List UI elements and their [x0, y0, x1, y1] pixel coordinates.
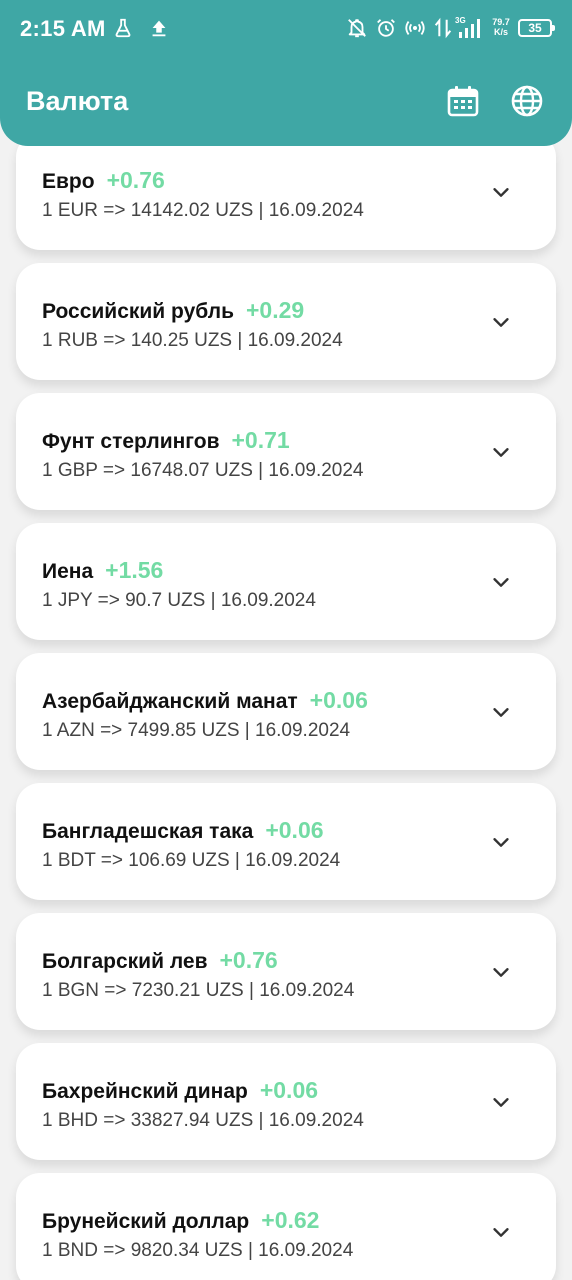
currency-change: +0.62	[261, 1207, 320, 1233]
currency-name: Болгарский лев	[42, 950, 208, 973]
currency-rate: 1 JPY => 90.7 UZS | 16.09.2024	[42, 590, 316, 611]
currency-title: Азербайджанский манат +0.06	[42, 687, 368, 714]
currency-change: +0.29	[245, 297, 305, 323]
currency-rate: 1 RUB => 140.25 UZS | 16.09.2024	[42, 330, 343, 351]
currency-rate: 1 BDT => 106.69 UZS | 16.09.2024	[42, 850, 341, 871]
chevron-down-icon[interactable]	[490, 961, 512, 983]
notifications-off-icon	[348, 19, 366, 38]
currency-name: Бахрейнский динар	[42, 1080, 248, 1103]
page-title: Валюта	[26, 86, 129, 116]
currency-rate: 1 BND => 9820.34 UZS | 16.09.2024	[42, 1240, 354, 1261]
currency-change: +0.06	[265, 817, 324, 843]
currency-change: +0.76	[219, 947, 278, 973]
network-speed-unit: K/s	[493, 27, 508, 37]
chevron-down-icon[interactable]	[490, 181, 512, 203]
app-header: 2:15 AM 3G 79.7 K/s 35 Валюта	[0, 0, 572, 146]
currency-change: +1.56	[105, 557, 164, 583]
currency-title: Бангладешская така +0.06	[42, 817, 324, 844]
currency-name: Фунт стерлингов	[42, 430, 220, 453]
status-time: 2:15 AM	[20, 16, 106, 41]
status-bar: 2:15 AM 3G 79.7 K/s 35	[0, 0, 572, 58]
currency-rate: 1 BHD => 33827.94 UZS | 16.09.2024	[42, 1110, 364, 1131]
currency-title: Болгарский лев +0.76	[42, 947, 278, 974]
currency-name: Российский рубль	[42, 300, 234, 323]
currency-title: Брунейский доллар +0.62	[42, 1207, 319, 1234]
currency-title: Иена +1.56	[42, 557, 163, 584]
signal-icon: 3G	[455, 16, 480, 38]
calendar-icon[interactable]	[446, 84, 480, 118]
currency-card[interactable]: Бангладешская така +0.06 1 BDT => 106.69 …	[16, 783, 556, 900]
currency-title: Фунт стерлингов +0.71	[42, 427, 290, 454]
currency-card[interactable]: Болгарский лев +0.76 1 BGN => 7230.21 UZS…	[16, 913, 556, 1030]
currency-change: +0.76	[106, 167, 165, 193]
currency-title: Российский рубль +0.29	[42, 297, 304, 324]
data-arrows-icon	[434, 17, 452, 39]
currency-card[interactable]: Иена +1.56 1 JPY => 90.7 UZS | 16.09.2024	[16, 523, 556, 640]
hotspot-icon	[405, 21, 425, 35]
currency-change: +0.71	[231, 427, 290, 453]
currency-card[interactable]: Евро +0.76 1 EUR => 14142.02 UZS | 16.09.…	[16, 133, 556, 250]
chevron-down-icon[interactable]	[490, 1091, 512, 1113]
alarm-icon	[377, 19, 395, 37]
currency-name: Бангладешская така	[42, 820, 254, 843]
chevron-down-icon[interactable]	[490, 441, 512, 463]
currency-name: Брунейский доллар	[42, 1210, 250, 1233]
currency-card[interactable]: Брунейский доллар +0.62 1 BND => 9820.34 …	[16, 1173, 556, 1280]
network-speed: 79.7 K/s	[488, 17, 514, 37]
chevron-down-icon[interactable]	[490, 311, 512, 333]
chevron-down-icon[interactable]	[490, 571, 512, 593]
currency-change: +0.06	[259, 1077, 319, 1103]
currency-name: Азербайджанский манат	[42, 690, 298, 713]
chevron-down-icon[interactable]	[490, 831, 512, 853]
currency-card[interactable]: Бахрейнский динар +0.06 1 BHD => 33827.94…	[16, 1043, 556, 1160]
chevron-down-icon[interactable]	[490, 1221, 512, 1243]
flask-icon	[115, 18, 131, 38]
currency-change: +0.06	[309, 687, 368, 713]
upload-icon	[152, 20, 166, 37]
currency-rate: 1 AZN => 7499.85 UZS | 16.09.2024	[42, 720, 351, 741]
currency-rate: 1 GBP => 16748.07 UZS | 16.09.2024	[42, 460, 364, 481]
network-speed-value: 79.7	[492, 17, 510, 27]
currency-title: Бахрейнский динар +0.06	[42, 1077, 318, 1104]
currency-card[interactable]: Фунт стерлингов +0.71 1 GBP => 16748.07 U…	[16, 393, 556, 510]
chevron-down-icon[interactable]	[490, 701, 512, 723]
currency-card[interactable]: Российский рубль +0.29 1 RUB => 140.25 UZ…	[16, 263, 556, 380]
currency-list[interactable]: Евро +0.76 1 EUR => 14142.02 UZS | 16.09.…	[0, 0, 572, 1280]
battery-level: 35	[528, 21, 542, 35]
network-type: 3G	[455, 16, 466, 25]
currency-card[interactable]: Азербайджанский манат +0.06 1 AZN => 7499…	[16, 653, 556, 770]
currency-rate: 1 BGN => 7230.21 UZS | 16.09.2024	[42, 980, 355, 1001]
globe-icon[interactable]	[510, 84, 544, 118]
currency-rate: 1 EUR => 14142.02 UZS | 16.09.2024	[42, 200, 364, 221]
currency-name: Иена	[42, 560, 94, 583]
currency-title: Евро +0.76	[42, 167, 165, 194]
currency-name: Евро	[42, 170, 95, 193]
battery-icon: 35	[518, 19, 555, 37]
